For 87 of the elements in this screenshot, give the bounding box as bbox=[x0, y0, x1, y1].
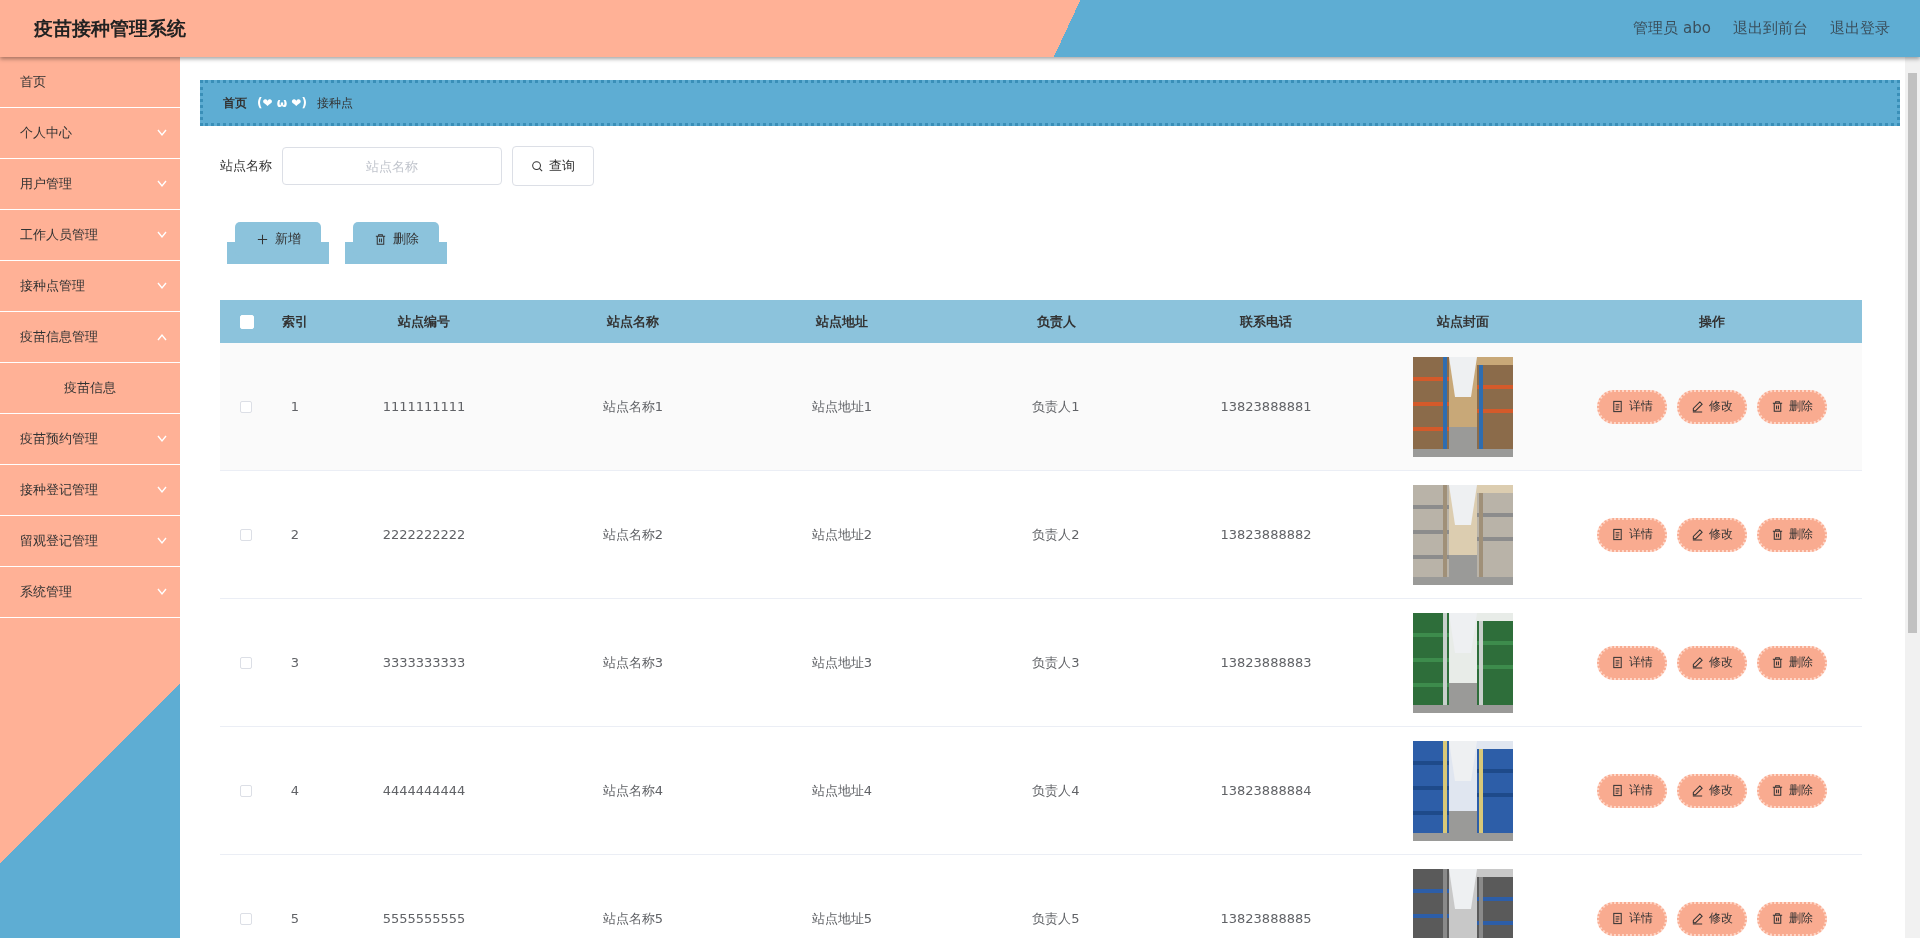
document-icon bbox=[1611, 912, 1624, 925]
column-header: 站点编号 bbox=[397, 312, 451, 331]
table-cell-text: 13823888882 bbox=[1219, 527, 1313, 542]
table-cell-text: 3333333333 bbox=[381, 655, 467, 670]
search-icon bbox=[531, 159, 544, 173]
delete-button[interactable]: 删除 bbox=[1757, 389, 1827, 424]
scrollbar[interactable] bbox=[1905, 57, 1920, 938]
table-cell-text: 13823888881 bbox=[1219, 399, 1313, 414]
trash-icon bbox=[1771, 400, 1784, 413]
table-cell-text: 站点地址5 bbox=[810, 909, 874, 928]
delete-button[interactable]: 删除 bbox=[1757, 517, 1827, 552]
document-icon bbox=[1611, 784, 1624, 797]
column-header: 站点封面 bbox=[1436, 312, 1490, 331]
edit-button[interactable]: 修改 bbox=[1677, 901, 1747, 936]
details-button[interactable]: 详情 bbox=[1597, 517, 1667, 552]
pencil-icon bbox=[1691, 912, 1704, 925]
search-field[interactable]: 站点名称 bbox=[282, 147, 502, 185]
table-cell-text: 5 bbox=[289, 911, 301, 926]
delete-button[interactable]: 删除 bbox=[1757, 773, 1827, 808]
trash-icon bbox=[373, 232, 387, 246]
document-icon bbox=[1611, 656, 1624, 669]
table-cell-text: 站点名称5 bbox=[601, 909, 665, 928]
details-button[interactable]: 详情 bbox=[1597, 389, 1667, 424]
details-button[interactable]: 详情 bbox=[1597, 645, 1667, 680]
document-icon bbox=[1611, 528, 1624, 541]
checkbox[interactable] bbox=[240, 912, 252, 925]
delete-button[interactable]: 删除 bbox=[1757, 645, 1827, 680]
checkbox[interactable] bbox=[240, 784, 252, 797]
column-header: 索引 bbox=[281, 312, 309, 331]
column-header: 操作 bbox=[1698, 312, 1726, 331]
table-cell-text: 站点名称3 bbox=[601, 653, 665, 672]
checkbox[interactable] bbox=[240, 656, 252, 669]
breadcrumb-item[interactable]: 首页 bbox=[223, 94, 247, 112]
checkbox[interactable] bbox=[240, 400, 252, 413]
search-button[interactable]: 查询 bbox=[512, 146, 594, 186]
pencil-icon bbox=[1691, 784, 1704, 797]
table-cell-text: 13823888883 bbox=[1219, 655, 1313, 670]
table-cell-text: 4 bbox=[289, 783, 301, 798]
table-cell-text: 2222222222 bbox=[381, 527, 467, 542]
table-cell-text: 负责人1 bbox=[1031, 397, 1081, 416]
trash-icon bbox=[1771, 912, 1784, 925]
table-cell-text: 站点名称1 bbox=[601, 397, 665, 416]
trash-icon bbox=[1771, 784, 1784, 797]
table-cell-text: 站点地址1 bbox=[810, 397, 874, 416]
checkbox[interactable] bbox=[240, 528, 252, 541]
table-cell-text: 13823888884 bbox=[1219, 783, 1313, 798]
pencil-icon bbox=[1691, 656, 1704, 669]
table-cell-text: 1 bbox=[289, 399, 301, 414]
edit-button[interactable]: 修改 bbox=[1677, 773, 1747, 808]
edit-button[interactable]: 修改 bbox=[1677, 645, 1747, 680]
edit-button[interactable]: 修改 bbox=[1677, 389, 1747, 424]
edit-button[interactable]: 修改 bbox=[1677, 517, 1747, 552]
table-cell-text: 2 bbox=[289, 527, 301, 542]
header-link[interactable]: 退出到前台 bbox=[1733, 19, 1808, 38]
trash-icon bbox=[1771, 656, 1784, 669]
details-button[interactable]: 详情 bbox=[1597, 773, 1667, 808]
table-cell-text: 1111111111 bbox=[381, 399, 467, 414]
table-cell-text: 负责人4 bbox=[1031, 781, 1081, 800]
search-label: 站点名称 bbox=[220, 157, 272, 175]
table-cell-text: 负责人3 bbox=[1031, 653, 1081, 672]
table-cell-text: 站点地址3 bbox=[810, 653, 874, 672]
breadcrumb-item: 接种点 bbox=[316, 94, 353, 112]
document-icon bbox=[1611, 400, 1624, 413]
trash-icon bbox=[1771, 528, 1784, 541]
table-cell-text: 13823888885 bbox=[1219, 911, 1313, 926]
header-link[interactable]: 退出登录 bbox=[1830, 19, 1890, 38]
delete-button[interactable]: 删除 bbox=[1757, 901, 1827, 936]
plus-icon bbox=[255, 232, 269, 246]
table-cell-text: 负责人2 bbox=[1031, 525, 1081, 544]
table-cell-text: 站点名称4 bbox=[601, 781, 665, 800]
app-title: 疫苗接种管理系统 bbox=[34, 15, 187, 41]
table-cell-text: 站点地址2 bbox=[810, 525, 874, 544]
table-cell-text: 5555555555 bbox=[381, 911, 467, 926]
details-button[interactable]: 详情 bbox=[1597, 901, 1667, 936]
table-cell-text: 站点名称2 bbox=[601, 525, 665, 544]
table-cell-text: 3 bbox=[289, 655, 301, 670]
breadcrumb-separator: (❤ ω ❤) bbox=[257, 96, 307, 110]
table-cell-text: 负责人5 bbox=[1031, 909, 1081, 928]
table-cell-text: 4444444444 bbox=[381, 783, 467, 798]
column-header: 负责人 bbox=[1035, 312, 1077, 331]
table-cell-text: 站点地址4 bbox=[810, 781, 874, 800]
pencil-icon bbox=[1691, 528, 1704, 541]
user-label: 管理员 abo bbox=[1633, 19, 1711, 38]
column-header: 站点名称 bbox=[606, 312, 660, 331]
pencil-icon bbox=[1691, 400, 1704, 413]
column-header: 联系电话 bbox=[1239, 312, 1293, 331]
column-header: 站点地址 bbox=[815, 312, 869, 331]
